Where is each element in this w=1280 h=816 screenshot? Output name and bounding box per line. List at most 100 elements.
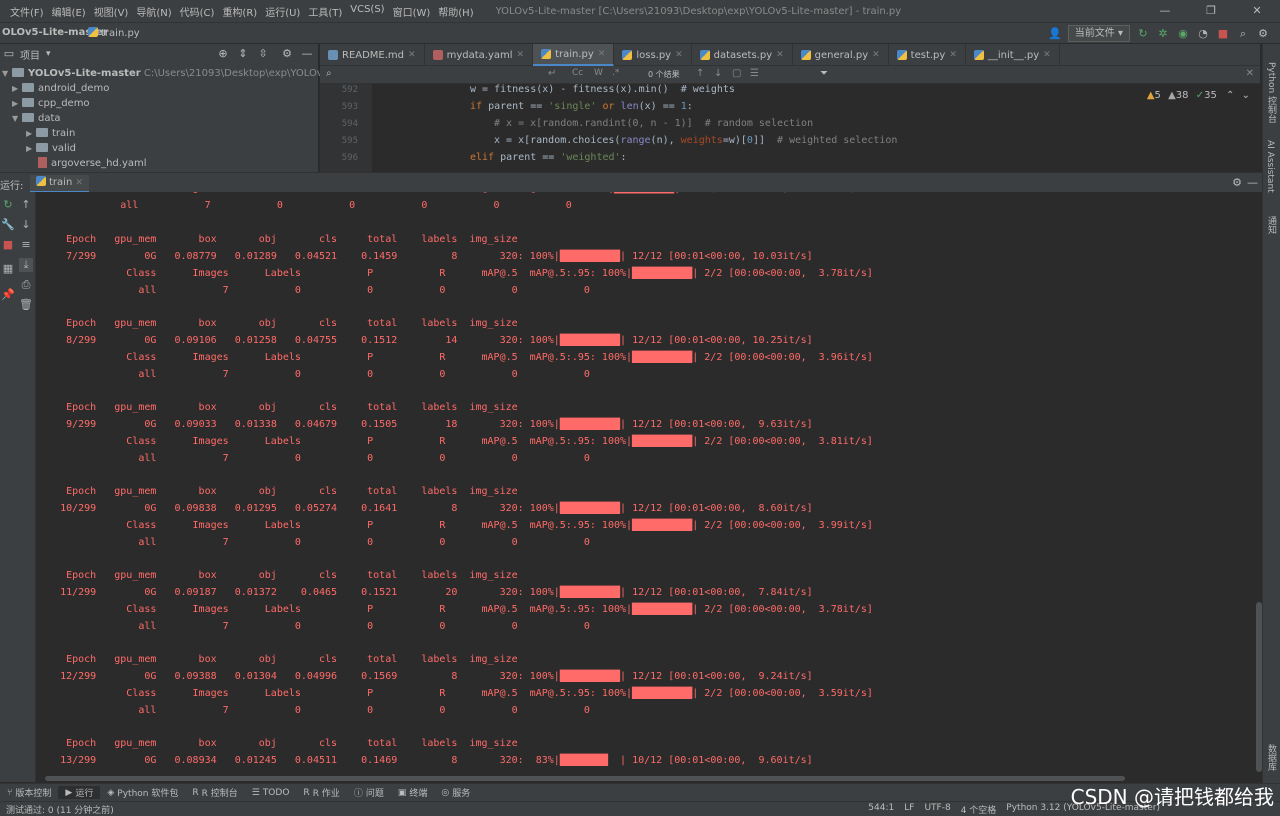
menu-item[interactable]: 工具(T) bbox=[304, 4, 346, 19]
inspection-widget[interactable]: ▲5 ▲38 ✓35 ⌃ ⌄ bbox=[1147, 90, 1250, 101]
tab-todo[interactable]: ☰ TODO bbox=[245, 788, 297, 798]
breadcrumb-file[interactable]: train.py bbox=[88, 27, 140, 39]
newline-toggle-icon[interactable]: ↵ bbox=[548, 68, 556, 79]
test-status[interactable]: 测试通过: 0 (11 分钟之前) bbox=[6, 803, 114, 816]
tree-item-android-demo[interactable]: ▶ android_demo bbox=[12, 81, 109, 96]
tab-train[interactable]: train.py ✕ bbox=[533, 44, 615, 66]
tab-python-packages[interactable]: ◈ Python 软件包 bbox=[100, 786, 185, 800]
file-encoding[interactable]: UTF-8 bbox=[924, 803, 950, 816]
scroll-to-end-icon[interactable]: ⤓ bbox=[19, 258, 33, 272]
collapse-all-icon[interactable]: ⇳ bbox=[256, 47, 270, 61]
whole-word-icon[interactable]: W bbox=[594, 68, 603, 78]
close-icon[interactable]: ✕ bbox=[517, 50, 525, 60]
tab-general[interactable]: general.py ✕ bbox=[793, 44, 889, 66]
ai-assistant-tool[interactable]: AI Assistant bbox=[1265, 140, 1275, 193]
close-icon[interactable]: ✕ bbox=[1246, 68, 1254, 79]
tab-terminal[interactable]: ▣ 终端 bbox=[391, 786, 435, 800]
tree-item-data[interactable]: ▼ data bbox=[12, 111, 61, 126]
tab-init[interactable]: __init__.py ✕ bbox=[966, 44, 1060, 66]
wrench-icon[interactable]: 🔧 bbox=[1, 218, 15, 232]
profile-icon[interactable]: ◔ bbox=[1196, 27, 1210, 41]
match-case-icon[interactable]: Cc bbox=[572, 68, 583, 78]
menu-item[interactable]: 运行(U) bbox=[261, 4, 304, 19]
chevron-up-icon[interactable]: ⌃ bbox=[1226, 90, 1234, 101]
close-icon[interactable]: ✕ bbox=[949, 50, 957, 60]
notifications-tool[interactable]: 通知 bbox=[1265, 216, 1278, 234]
project-panel-title[interactable]: 项目 bbox=[20, 47, 40, 62]
hide-icon[interactable]: — bbox=[300, 47, 314, 61]
print-icon[interactable]: ⎙ bbox=[19, 278, 33, 292]
tab-problems[interactable]: ⓘ 问题 bbox=[347, 786, 391, 799]
close-icon[interactable]: ✕ bbox=[1043, 50, 1051, 60]
pin-icon[interactable]: 📌 bbox=[1, 288, 15, 302]
run-config-tab[interactable]: train ✕ bbox=[30, 175, 90, 193]
coverage-icon[interactable]: ◉ bbox=[1176, 27, 1190, 41]
menu-item[interactable]: 代码(C) bbox=[176, 4, 219, 19]
database-tool[interactable]: 数据库 bbox=[1265, 744, 1278, 771]
menu-item[interactable]: 编辑(E) bbox=[48, 4, 90, 19]
arrow-down-icon[interactable]: ↓ bbox=[19, 218, 33, 232]
close-window-button[interactable]: ✕ bbox=[1234, 0, 1280, 22]
tree-item-cpp-demo[interactable]: ▶ cpp_demo bbox=[12, 96, 90, 111]
rerun-icon[interactable]: ↻ bbox=[1136, 27, 1150, 41]
tab-loss[interactable]: loss.py ✕ bbox=[614, 44, 692, 66]
regex-icon[interactable]: .* bbox=[612, 68, 619, 78]
select-all-icon[interactable]: ▢ bbox=[732, 68, 741, 79]
tab-readme[interactable]: README.md ✕ bbox=[320, 44, 425, 66]
close-icon[interactable]: ✕ bbox=[675, 50, 683, 60]
tab-r-console[interactable]: RR 控制台 bbox=[185, 786, 244, 800]
chevron-down-icon[interactable]: ⌄ bbox=[1242, 90, 1250, 101]
menu-item[interactable]: 窗口(W) bbox=[389, 4, 435, 19]
stop-icon[interactable]: ■ bbox=[1, 238, 15, 252]
trash-icon[interactable]: 🗑 bbox=[19, 298, 33, 312]
menu-item[interactable]: 重构(R) bbox=[218, 4, 261, 19]
gear-icon[interactable]: ⚙ bbox=[1232, 176, 1242, 189]
tab-test[interactable]: test.py ✕ bbox=[889, 44, 966, 66]
close-icon[interactable]: ✕ bbox=[872, 50, 880, 60]
tab-run[interactable]: ▶ 运行 bbox=[58, 786, 101, 799]
code-editor[interactable]: 592 593 594 595 596 w = fitness(x) - fit… bbox=[320, 84, 1260, 172]
chevron-down-icon[interactable]: ▾ bbox=[46, 49, 51, 59]
console-scrollbar[interactable] bbox=[1256, 192, 1262, 782]
soft-wrap-icon[interactable]: ≡ bbox=[19, 238, 33, 252]
tab-r-jobs[interactable]: RR 作业 bbox=[296, 786, 346, 800]
menu-item[interactable]: 导航(N) bbox=[132, 4, 175, 19]
debug-icon[interactable]: ✲ bbox=[1156, 27, 1170, 41]
maximize-button[interactable]: ❐ bbox=[1188, 0, 1234, 22]
close-icon[interactable]: ✕ bbox=[598, 49, 606, 59]
menu-item[interactable]: VCS(S) bbox=[346, 4, 388, 19]
minimize-button[interactable]: — bbox=[1142, 0, 1188, 22]
arrow-up-icon[interactable]: ↑ bbox=[19, 198, 33, 212]
indent-setting[interactable]: 4 个空格 bbox=[961, 803, 997, 816]
layout-icon[interactable]: ▦ bbox=[1, 262, 15, 276]
previous-occurrence-icon[interactable]: ↑ bbox=[696, 68, 704, 79]
run-config-select[interactable]: 当前文件 ▾ bbox=[1067, 25, 1130, 42]
tab-mydata[interactable]: mydata.yaml ✕ bbox=[425, 44, 534, 66]
next-occurrence-icon[interactable]: ↓ bbox=[714, 68, 722, 79]
hide-icon[interactable]: — bbox=[1247, 176, 1258, 189]
tab-version-control[interactable]: ⑂ 版本控制 bbox=[0, 786, 58, 800]
settings-icon[interactable]: ⚙ bbox=[1256, 27, 1270, 41]
line-separator[interactable]: LF bbox=[904, 803, 914, 816]
tree-item-train[interactable]: ▶ train bbox=[26, 126, 75, 141]
user-icon[interactable]: 👤 bbox=[1048, 27, 1062, 41]
gear-icon[interactable]: ⚙ bbox=[280, 47, 294, 61]
tree-item-argoverse[interactable]: argoverse_hd.yaml bbox=[38, 156, 147, 171]
close-icon[interactable]: ✕ bbox=[776, 50, 784, 60]
python-console-tool[interactable]: Python 控制台 bbox=[1265, 62, 1278, 123]
search-everywhere-icon[interactable]: ⌕ bbox=[1236, 27, 1250, 41]
cursor-position[interactable]: 544:1 bbox=[868, 803, 894, 816]
expand-all-icon[interactable]: ⇕ bbox=[236, 47, 250, 61]
menu-item[interactable]: 文件(F) bbox=[6, 4, 48, 19]
search-icon[interactable]: ⌕ bbox=[326, 68, 332, 79]
tree-item-valid[interactable]: ▶ valid bbox=[26, 141, 76, 156]
rerun-icon[interactable]: ↻ bbox=[1, 198, 15, 212]
tree-item-root[interactable]: ▼ YOLOv5-Lite-master C:\Users\21093\Deskt… bbox=[2, 66, 365, 81]
locate-icon[interactable]: ⊕ bbox=[216, 47, 230, 61]
filter-icon[interactable]: ☰ bbox=[750, 68, 759, 79]
stop-icon[interactable]: ■ bbox=[1216, 27, 1230, 41]
close-icon[interactable]: ✕ bbox=[75, 178, 83, 188]
funnel-icon[interactable]: ⏷ bbox=[820, 68, 828, 79]
tab-services[interactable]: ◎ 服务 bbox=[434, 786, 477, 800]
close-icon[interactable]: ✕ bbox=[408, 50, 416, 60]
